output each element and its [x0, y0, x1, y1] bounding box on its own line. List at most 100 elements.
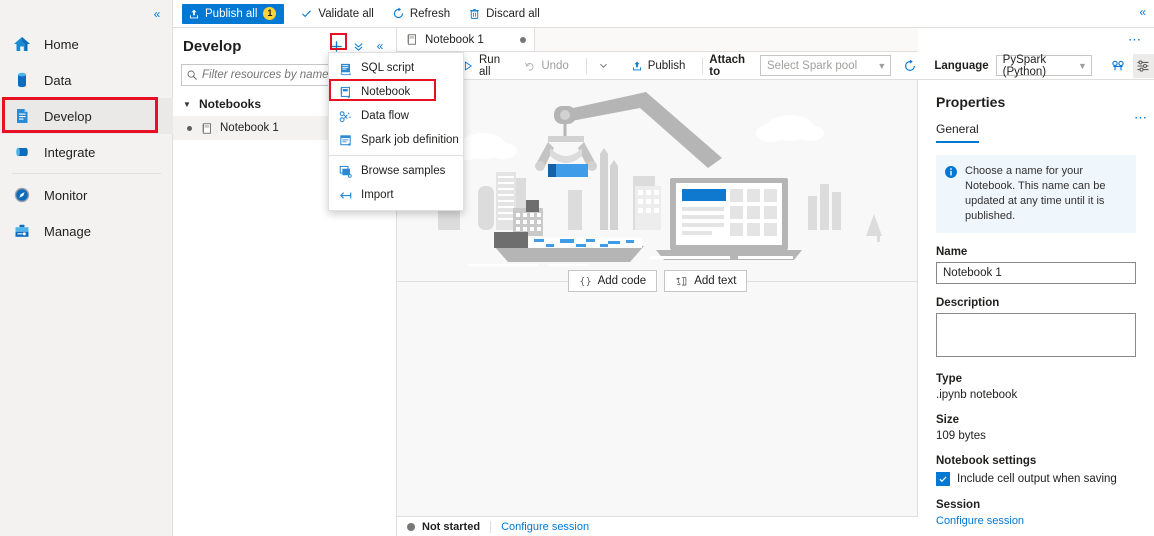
- type-value: .ipynb notebook: [936, 389, 1018, 401]
- chevron-down-icon: ▼: [877, 60, 887, 71]
- sidebar-item-develop[interactable]: Develop: [0, 98, 173, 134]
- type-label: Type: [936, 373, 962, 385]
- run-all-button[interactable]: Run all: [457, 54, 513, 78]
- add-code-label: Add code: [597, 275, 647, 287]
- toolbar-divider: [702, 57, 704, 74]
- size-label: Size: [936, 414, 960, 426]
- toolbox-icon: [10, 219, 34, 243]
- configure-session-link[interactable]: Configure session: [936, 515, 1136, 527]
- text-box-icon: [675, 275, 688, 288]
- refresh-button[interactable]: Refresh: [390, 3, 452, 25]
- tree-item-label: Notebook 1: [220, 122, 279, 134]
- add-code-button[interactable]: Add code: [567, 270, 658, 292]
- properties-title: Properties: [936, 94, 1006, 110]
- menu-item-label: Data flow: [361, 110, 409, 122]
- new-resource-menu: SQL script Notebook Data flow Spark job …: [328, 52, 464, 211]
- search-icon: [186, 69, 198, 81]
- description-field[interactable]: [936, 313, 1136, 357]
- properties-more-icon[interactable]: ⋯: [1134, 110, 1148, 126]
- document-icon: [10, 104, 34, 128]
- menu-item-label: Notebook: [361, 86, 411, 98]
- publish-icon: [188, 8, 200, 20]
- import-icon: [337, 188, 353, 203]
- undo-button[interactable]: Undo: [519, 55, 574, 77]
- menu-item-data-flow[interactable]: Data flow: [329, 104, 463, 128]
- tab-label: Notebook 1: [425, 33, 484, 46]
- menu-item-label: Import: [361, 189, 394, 201]
- synapse-studio-window: « Home Data Develop Integrate Monitor Ma…: [0, 0, 1154, 536]
- tree-group-label: Notebooks: [199, 97, 262, 111]
- publish-button[interactable]: Publish: [626, 55, 691, 77]
- page-title: Develop: [183, 37, 242, 55]
- name-field[interactable]: [936, 262, 1136, 284]
- notebook-icon: [337, 85, 353, 100]
- spark-pool-value: Select Spark pool: [767, 59, 858, 72]
- menu-divider: [329, 155, 463, 156]
- publish-all-button[interactable]: Publish all 1: [182, 3, 285, 24]
- sidebar-item-data[interactable]: Data: [0, 62, 173, 98]
- spark-pool-select[interactable]: Select Spark pool ▼: [760, 55, 892, 76]
- trash-icon: [468, 7, 481, 20]
- status-badge: Not started: [422, 520, 481, 533]
- notebook-icon: [200, 122, 213, 135]
- menu-item-import[interactable]: Import: [329, 183, 463, 207]
- notebook-status-bar: Not started Configure session: [397, 516, 918, 536]
- tab-general[interactable]: General: [936, 122, 979, 143]
- include-output-label: Include cell output when saving: [957, 473, 1117, 485]
- discard-all-label: Discard all: [486, 7, 540, 20]
- language-select[interactable]: PySpark (Python) ▼: [995, 54, 1092, 78]
- notebook-icon: [405, 33, 418, 46]
- undo-icon: [524, 60, 536, 72]
- refresh-icon[interactable]: [899, 54, 920, 78]
- properties-info-banner: Choose a name for your Notebook. This na…: [936, 155, 1136, 233]
- properties-pane: Properties General Choose a name for you…: [918, 80, 1154, 536]
- chevron-down-icon: ▼: [1077, 60, 1087, 71]
- empty-notebook-illustration: [438, 92, 882, 266]
- refresh-icon: [392, 7, 405, 20]
- include-output-checkbox[interactable]: [936, 472, 950, 486]
- menu-item-browse-samples[interactable]: Browse samples: [329, 159, 463, 183]
- publish-icon: [631, 60, 643, 72]
- top-collapse-icon[interactable]: «: [1139, 5, 1146, 19]
- tab-notebook-1[interactable]: Notebook 1: [397, 28, 535, 51]
- info-icon: [944, 165, 958, 182]
- configure-session-link[interactable]: Configure session: [501, 521, 589, 533]
- outline-icon[interactable]: [1108, 54, 1129, 78]
- sidebar-item-monitor[interactable]: Monitor: [0, 177, 173, 213]
- chevron-down-icon: ▼: [183, 99, 191, 109]
- menu-item-notebook[interactable]: Notebook: [329, 80, 463, 104]
- language-label: Language: [934, 59, 989, 72]
- include-output-row[interactable]: Include cell output when saving: [936, 472, 1136, 486]
- notebook-settings-label: Notebook settings: [936, 455, 1037, 467]
- toolbar-more-icon[interactable]: ⋯: [1128, 32, 1142, 48]
- size-value: 109 bytes: [936, 430, 986, 442]
- sidebar-item-label: Data: [44, 72, 72, 88]
- session-status-indicator: [407, 522, 415, 531]
- sidebar-item-label: Develop: [44, 108, 92, 124]
- braces-icon: [579, 275, 592, 288]
- sliders-icon[interactable]: [1132, 53, 1154, 78]
- add-text-button[interactable]: Add text: [664, 270, 748, 292]
- session-label: Session: [936, 499, 981, 511]
- menu-item-label: SQL script: [361, 62, 415, 74]
- menu-item-spark-job-definition[interactable]: Spark job definition: [329, 128, 463, 152]
- rail-collapse-icon[interactable]: «: [148, 5, 166, 23]
- rail-item-list: Home Data Develop Integrate Monitor Mana…: [0, 26, 173, 249]
- sidebar-item-label: Manage: [44, 223, 91, 239]
- notebook-canvas: Add code Add text: [397, 80, 918, 516]
- discard-all-button[interactable]: Discard all: [466, 3, 542, 25]
- description-label: Description: [936, 297, 1000, 309]
- sidebar-item-home[interactable]: Home: [0, 26, 173, 62]
- spark-job-icon: [337, 133, 353, 148]
- sidebar-item-label: Home: [44, 36, 79, 52]
- unsaved-indicator: [187, 125, 192, 131]
- data-flow-icon: [337, 109, 353, 124]
- validate-all-button[interactable]: Validate all: [298, 3, 375, 25]
- properties-tabs: General: [936, 122, 1136, 143]
- sidebar-item-manage[interactable]: Manage: [0, 213, 173, 249]
- menu-item-sql-script[interactable]: SQL script: [329, 56, 463, 80]
- sidebar-item-integrate[interactable]: Integrate: [0, 134, 173, 170]
- left-navigation-rail: « Home Data Develop Integrate Monitor Ma…: [0, 0, 173, 536]
- database-icon: [10, 68, 34, 92]
- chevron-down-icon[interactable]: [593, 55, 614, 77]
